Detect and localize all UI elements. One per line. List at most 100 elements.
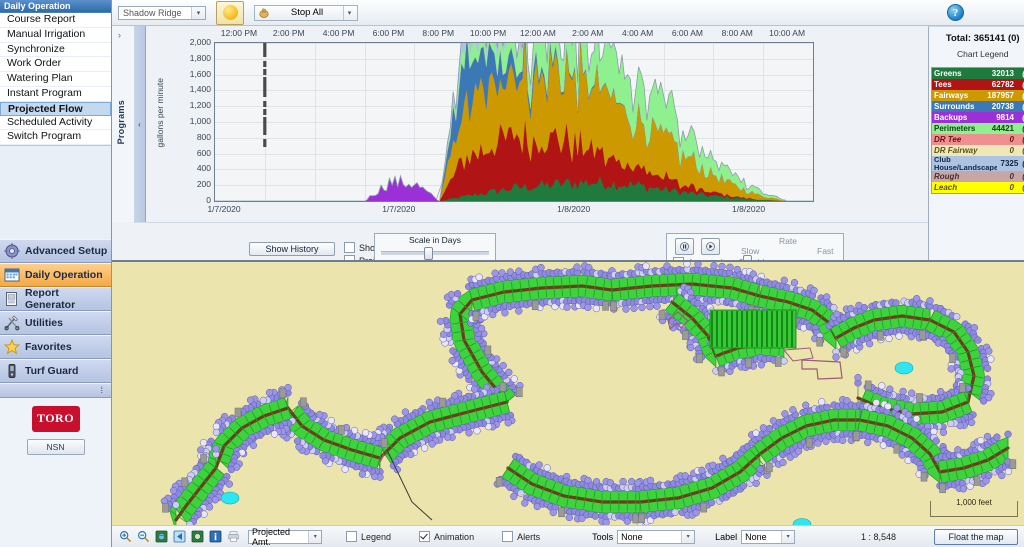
sidebar-module-advanced-setup[interactable]: Advanced Setup — [0, 238, 111, 263]
sprinkler-head[interactable] — [790, 278, 799, 287]
sun-button[interactable] — [216, 0, 244, 25]
sprinkler-head[interactable] — [872, 398, 880, 407]
tee-marker[interactable] — [381, 438, 388, 448]
sprinkler-head[interactable] — [789, 406, 797, 414]
sidebar-overflow-button[interactable]: ⁞ — [0, 382, 111, 398]
sprinkler-head[interactable] — [967, 418, 976, 427]
sprinkler-head[interactable] — [295, 443, 303, 451]
sprinkler-head[interactable] — [832, 353, 840, 361]
sprinkler-head[interactable] — [953, 312, 961, 321]
sprinkler-head[interactable] — [510, 492, 518, 501]
tee-marker[interactable] — [766, 462, 773, 473]
chart-plot-area[interactable] — [214, 42, 814, 202]
sidebar-module-utilities[interactable]: Utilities — [0, 310, 111, 335]
sprinkler-head[interactable] — [885, 334, 893, 343]
sprinkler-head[interactable] — [265, 388, 274, 397]
stop-all-button[interactable]: Stop All ▾ — [254, 4, 358, 21]
sprinkler-head[interactable] — [718, 262, 726, 271]
sprinkler-head[interactable] — [926, 297, 934, 305]
sprinkler-head[interactable] — [293, 437, 302, 445]
tools-select[interactable]: None ▾ — [617, 529, 696, 544]
tee-marker[interactable] — [774, 357, 782, 367]
tee-marker[interactable] — [920, 471, 928, 482]
tee-marker[interactable] — [893, 444, 901, 454]
sprinkler-head[interactable] — [839, 436, 847, 445]
sprinkler-head[interactable] — [899, 387, 907, 396]
tee-marker[interactable] — [877, 331, 884, 341]
sprinkler-head[interactable] — [979, 397, 988, 405]
tee-marker[interactable] — [300, 397, 307, 408]
sprinkler-head[interactable] — [592, 304, 601, 313]
sprinkler-head[interactable] — [565, 513, 573, 522]
nsn-button[interactable]: NSN — [26, 438, 85, 455]
sprinkler-head[interactable] — [436, 317, 445, 326]
sprinkler-head[interactable] — [169, 486, 178, 495]
legend-row[interactable]: Club House/Landscape7325(0) — [932, 156, 1024, 171]
sprinkler-head[interactable] — [521, 499, 529, 507]
sprinkler-head[interactable] — [315, 410, 324, 419]
sprinkler-head[interactable] — [622, 305, 630, 313]
sprinkler-head[interactable] — [449, 347, 457, 355]
sprinkler-head[interactable] — [501, 309, 509, 317]
print-icon[interactable] — [226, 530, 240, 544]
sidebar-item-watering-plan[interactable]: Watering Plan — [0, 72, 111, 87]
pause-button[interactable] — [675, 238, 694, 255]
sprinkler-head[interactable] — [172, 501, 180, 509]
tee-marker[interactable] — [200, 453, 207, 464]
sprinkler-head[interactable] — [638, 303, 646, 312]
tee-marker[interactable] — [696, 353, 703, 364]
sprinkler-head[interactable] — [998, 471, 1006, 480]
legend-checkbox[interactable]: Legend — [346, 531, 391, 542]
tee-marker[interactable] — [973, 476, 981, 486]
stop-all-dropdown-icon[interactable]: ▾ — [343, 5, 355, 20]
sprinkler-head[interactable] — [391, 415, 399, 423]
sidebar-item-instant-program[interactable]: Instant Program — [0, 87, 111, 102]
tee-marker[interactable] — [531, 300, 539, 311]
tee-marker[interactable] — [602, 301, 609, 311]
sprinkler-head[interactable] — [420, 444, 429, 452]
sprinkler-head[interactable] — [756, 465, 764, 473]
tee-marker[interactable] — [162, 502, 169, 513]
sprinkler-head[interactable] — [985, 347, 993, 355]
animation-checkbox[interactable]: Animation — [419, 531, 474, 542]
sprinkler-head[interactable] — [1004, 430, 1012, 438]
sprinkler-head[interactable] — [830, 303, 838, 312]
programs-panel[interactable]: › Programs — [112, 26, 135, 222]
tee-marker[interactable] — [700, 502, 708, 513]
sidebar-item-synchronize[interactable]: Synchronize — [0, 43, 111, 58]
sidebar-item-switch-program[interactable]: Switch Program — [0, 130, 111, 146]
sprinkler-head[interactable] — [425, 398, 433, 406]
sprinkler-head[interactable] — [752, 429, 760, 437]
sprinkler-head[interactable] — [892, 299, 900, 307]
tee-marker[interactable] — [919, 330, 927, 340]
sprinkler-head[interactable] — [983, 432, 992, 441]
tee-marker[interactable] — [338, 424, 345, 435]
sprinkler-head[interactable] — [515, 307, 523, 315]
sprinkler-head[interactable] — [227, 465, 236, 474]
sprinkler-head[interactable] — [270, 430, 279, 438]
legend-row[interactable]: Fairways 187957(0) — [932, 90, 1024, 101]
sprinkler-head[interactable] — [212, 428, 221, 437]
sprinkler-head[interactable] — [447, 290, 456, 299]
programs-splitter[interactable]: ‹ — [134, 26, 146, 222]
sprinkler-head[interactable] — [687, 288, 695, 296]
sprinkler-head[interactable] — [818, 398, 826, 406]
tee-marker[interactable] — [234, 407, 242, 418]
legend-row[interactable]: Perimeters 44421(0) — [932, 123, 1024, 134]
globe-icon[interactable] — [154, 530, 168, 544]
alerts-checkbox[interactable]: Alerts — [502, 531, 540, 542]
sidebar-item-course-report[interactable]: Course Report — [0, 13, 111, 28]
site-select[interactable]: Shadow Ridge ▾ — [118, 5, 206, 20]
info-icon[interactable] — [208, 530, 222, 544]
label-select[interactable]: None ▾ — [741, 529, 796, 544]
sprinkler-head[interactable] — [205, 503, 214, 511]
sprinkler-head[interactable] — [646, 303, 654, 311]
sprinkler-head[interactable] — [860, 304, 869, 312]
sprinkler-head[interactable] — [886, 385, 894, 393]
sprinkler-head[interactable] — [780, 357, 788, 365]
sprinkler-head[interactable] — [212, 445, 220, 453]
sprinkler-head[interactable] — [908, 389, 916, 397]
sprinkler-head[interactable] — [739, 482, 747, 490]
sprinkler-head[interactable] — [563, 303, 571, 311]
sprinkler-head[interactable] — [833, 310, 841, 318]
